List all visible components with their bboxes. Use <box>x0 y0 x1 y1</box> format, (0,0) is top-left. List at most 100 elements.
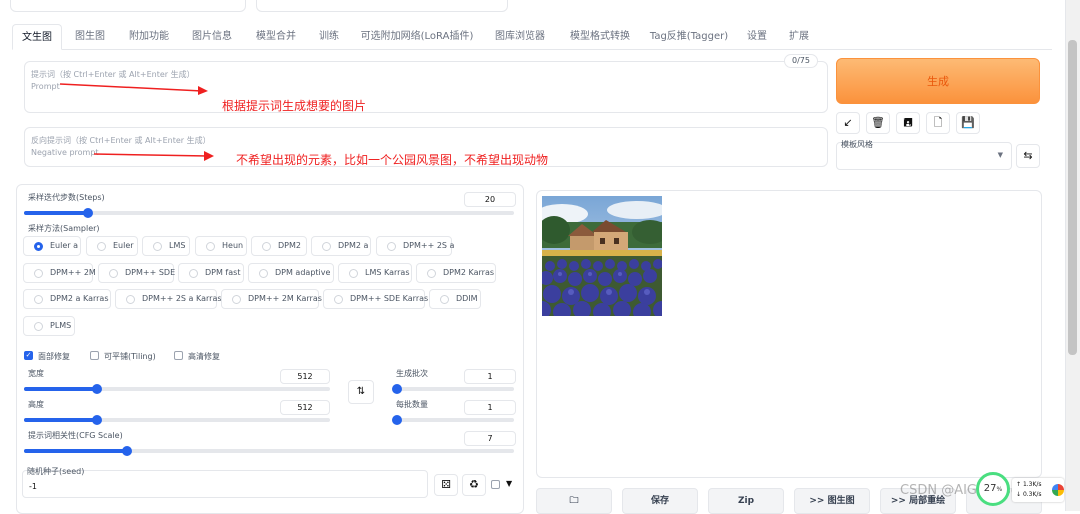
steps-slider[interactable] <box>24 208 514 218</box>
width-fill <box>24 387 98 391</box>
tab-img2img[interactable]: 图生图 <box>67 24 113 50</box>
sampler-option-label: DPM++ 2S a Karras <box>142 294 222 303</box>
perf-gauge: 27% <box>976 472 1010 506</box>
tab-lora[interactable]: 可选附加网络(LoRA插件) <box>354 24 480 50</box>
save-style-icon[interactable]: 🖪 <box>896 112 920 134</box>
batch-count-input[interactable]: 1 <box>464 369 516 384</box>
batch-size-label: 每批数量 <box>396 400 428 409</box>
sampler-option[interactable]: Heun <box>195 236 247 256</box>
checkbox-box <box>90 351 99 360</box>
open-folder-button[interactable]: 🗀 <box>536 488 612 514</box>
tab-merge[interactable]: 模型合并 <box>248 24 304 50</box>
sampler-option-label: DPM2 a <box>338 241 369 250</box>
width-slider[interactable] <box>24 384 330 394</box>
width-label: 宽度 <box>28 369 44 378</box>
generate-button[interactable]: 生成 <box>836 58 1040 104</box>
dice-icon[interactable]: ⚄ <box>434 474 458 496</box>
batch-size-input[interactable]: 1 <box>464 400 516 415</box>
batch-size-slider[interactable] <box>392 415 514 425</box>
sampler-option[interactable]: LMS Karras <box>338 263 412 283</box>
apply-style-icon[interactable]: 🗋 <box>926 112 950 134</box>
cfg-input[interactable]: 7 <box>464 431 516 446</box>
cfg-slider[interactable] <box>24 446 514 456</box>
extra-seed-checkbox[interactable] <box>491 480 500 489</box>
sampler-option[interactable]: LMS <box>142 236 190 256</box>
height-fill <box>24 418 98 422</box>
chevron-down-icon: ▼ <box>997 151 1003 159</box>
send-to-img2img-button[interactable]: >> 图生图 <box>794 488 870 514</box>
upload-speed-value: 1.3K/s <box>1022 481 1042 488</box>
sampler-option-label: DPM++ 2M <box>50 268 96 277</box>
token-counter: 0/75 <box>784 54 818 68</box>
trash-icon[interactable]: 🗑 <box>866 112 890 134</box>
width-input[interactable]: 512 <box>280 369 330 384</box>
top-widget-left <box>10 0 246 12</box>
sampler-option-label: PLMS <box>50 321 72 330</box>
tab-extensions[interactable]: 扩展 <box>782 24 816 50</box>
sampler-option[interactable]: DPM adaptive <box>248 263 334 283</box>
caret-down-icon[interactable]: ▼ <box>506 479 512 488</box>
tab-gallery[interactable]: 图库浏览器 <box>488 24 552 50</box>
generated-image[interactable] <box>542 196 662 316</box>
sampler-option[interactable]: Euler <box>86 236 138 256</box>
sampler-option-label: DDIM <box>456 294 478 303</box>
tab-txt2img[interactable]: 文生图 <box>12 24 62 50</box>
batch-size-handle[interactable] <box>392 415 402 425</box>
steps-fill <box>24 211 88 215</box>
sampler-option[interactable]: PLMS <box>23 316 75 336</box>
sampler-option[interactable]: DPM++ SDE Karras <box>323 289 428 309</box>
sampler-option-label: DPM++ 2M Karras <box>248 294 322 303</box>
batch-count-label: 生成批次 <box>396 369 428 378</box>
zip-button[interactable]: Zip <box>708 488 784 514</box>
sampler-option[interactable]: DPM++ 2M Karras <box>221 289 322 309</box>
sampler-option[interactable]: DPM2 Karras <box>416 263 496 283</box>
sampler-option[interactable]: DPM2 <box>251 236 307 256</box>
scrollbar-thumb[interactable] <box>1068 40 1077 355</box>
sampler-option[interactable]: DPM2 a <box>311 236 371 256</box>
refresh-styles-icon[interactable]: ⇆ <box>1016 144 1040 168</box>
steps-label: 采样迭代步数(Steps) <box>28 193 105 202</box>
tab-tagger[interactable]: Tag反推(Tagger) <box>646 24 732 50</box>
checkbox-box <box>174 351 183 360</box>
tab-settings[interactable]: 设置 <box>740 24 774 50</box>
swap-dimensions-icon[interactable]: ⇅ <box>348 380 374 404</box>
sampler-option-label: DPM++ SDE <box>125 268 176 277</box>
styles-dropdown[interactable]: 模板风格 ▼ <box>836 140 1012 170</box>
sampler-option[interactable]: DPM++ SDE <box>98 263 176 283</box>
disk-icon[interactable]: 💾 <box>956 112 980 134</box>
batch-count-slider[interactable] <box>392 384 514 394</box>
browser-extension-icon[interactable] <box>1052 484 1064 496</box>
sampler-option-label: DPM2 <box>278 241 301 250</box>
tab-convert[interactable]: 模型格式转换 <box>562 24 638 50</box>
batch-count-handle[interactable] <box>392 384 402 394</box>
sampler-option[interactable]: DPM fast <box>178 263 244 283</box>
sampler-option[interactable]: DPM++ 2M <box>23 263 96 283</box>
sampler-option[interactable]: DPM++ 2S a Karras <box>115 289 222 309</box>
sampler-option-label: Heun <box>222 241 244 250</box>
sampler-label: 采样方法(Sampler) <box>28 224 100 233</box>
tab-train[interactable]: 训练 <box>312 24 346 50</box>
height-input[interactable]: 512 <box>280 400 330 415</box>
sampler-option[interactable]: DDIM <box>429 289 481 309</box>
annotation-arrow-prompt <box>59 83 208 95</box>
perf-unit: % <box>996 486 1003 493</box>
sampler-option-label: Euler <box>113 241 134 250</box>
tab-extras[interactable]: 附加功能 <box>120 24 178 50</box>
restore-faces-label: 面部修复 <box>38 352 70 361</box>
arrow-icon[interactable]: ↙ <box>836 112 860 134</box>
cfg-handle[interactable] <box>121 446 132 456</box>
steps-handle[interactable] <box>82 208 93 218</box>
negative-placeholder: 反向提示词（按 Ctrl+Enter 或 Alt+Enter 生成） <box>31 136 211 145</box>
seed-input[interactable]: 随机种子(seed) -1 <box>22 467 428 498</box>
height-slider[interactable] <box>24 415 330 425</box>
steps-input[interactable]: 20 <box>464 192 516 207</box>
sampler-option[interactable]: DPM2 a Karras <box>23 289 111 309</box>
download-speed-value: 0.3K/s <box>1022 491 1042 498</box>
sampler-option[interactable]: DPM++ 2S a <box>376 236 454 256</box>
save-button[interactable]: 保存 <box>622 488 698 514</box>
recycle-icon[interactable]: ♻ <box>462 474 486 496</box>
folder-icon: 🗀 <box>569 496 579 506</box>
prompt-placeholder-en: Prompt <box>31 82 60 91</box>
tab-png-info[interactable]: 图片信息 <box>184 24 240 50</box>
sampler-option[interactable]: Euler a <box>23 236 81 256</box>
